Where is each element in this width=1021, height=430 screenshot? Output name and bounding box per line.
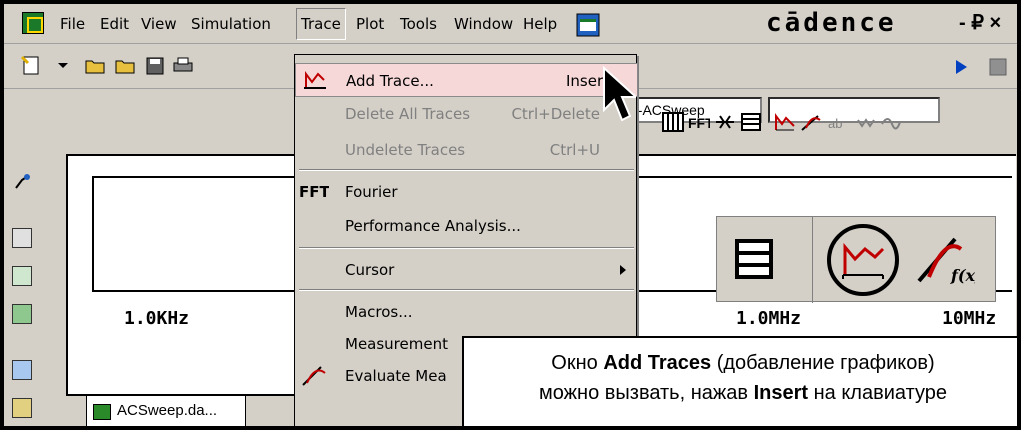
- menu-file[interactable]: File: [60, 15, 85, 33]
- open-recent-icon[interactable]: [114, 55, 136, 75]
- toolbar-separator: [812, 217, 813, 303]
- fft-icon: FFT: [299, 183, 329, 201]
- add-trace-icon[interactable]: [774, 112, 796, 132]
- menu-item-label: Macros...: [345, 303, 413, 321]
- output-icon[interactable]: [12, 304, 32, 324]
- tab-label: ACSweep.da...: [117, 402, 218, 419]
- menu-simulation[interactable]: Simulation: [191, 15, 271, 33]
- menu-window[interactable]: Window: [454, 15, 513, 33]
- x-tick-label: 1.0MHz: [736, 308, 802, 329]
- menu-item-label: Cursor: [345, 261, 395, 279]
- menubar: File Edit View Simulation Trace Plot Too…: [4, 4, 1017, 44]
- menu-item-shortcut: Ctrl+U: [549, 141, 600, 159]
- schematic-icon[interactable]: [12, 228, 32, 248]
- add-trace-icon-zoomed: [827, 224, 899, 296]
- x-tick-label: 10MHz: [942, 308, 997, 329]
- menu-item-label: Add Trace...: [346, 72, 434, 90]
- new-icon[interactable]: [20, 55, 42, 75]
- layout-icon[interactable]: [12, 398, 32, 418]
- mouse-pointer-icon: [603, 66, 636, 122]
- waveform-alt-icon[interactable]: [880, 112, 902, 132]
- menu-separator: [299, 247, 634, 249]
- mdi-child-icon[interactable]: [576, 13, 600, 37]
- svg-text:FFT: FFT: [688, 115, 710, 131]
- performance-icon[interactable]: [714, 112, 736, 132]
- menu-edit[interactable]: Edit: [100, 15, 129, 33]
- window-buttons[interactable]: - ₽ ×: [959, 10, 1001, 35]
- menu-item-label: Measurement: [345, 335, 448, 353]
- print-icon[interactable]: [172, 55, 194, 75]
- menu-item-label: Evaluate Mea: [345, 367, 447, 385]
- dropdown-arrow-icon[interactable]: [52, 55, 74, 75]
- markers-icon[interactable]: ab: [828, 112, 850, 132]
- menu-item-label: Delete All Traces: [345, 105, 471, 123]
- menu-item-undelete-traces[interactable]: Undelete Traces Ctrl+U: [295, 133, 638, 167]
- callout-note: Окно Add Traces (добавление графиков) мо…: [462, 336, 1017, 426]
- x-tick-label: 1.0KHz: [124, 308, 190, 329]
- messages-icon[interactable]: [12, 360, 32, 380]
- toolbar-zoom-inset: f(x): [716, 216, 996, 303]
- menu-item-macros[interactable]: Macros...: [295, 295, 638, 329]
- menu-trace[interactable]: Trace: [296, 8, 346, 40]
- menu-separator: [299, 169, 634, 171]
- svg-text:FFT: FFT: [299, 183, 329, 201]
- evaluate-measurement-icon: [302, 366, 326, 386]
- grid-icon[interactable]: [662, 112, 684, 132]
- menu-view[interactable]: View: [141, 15, 177, 33]
- app-icon[interactable]: [22, 12, 44, 34]
- add-trace-icon: [304, 71, 326, 89]
- list-icon-zoomed: [735, 239, 773, 279]
- menu-item-shortcut: Ctrl+Delete: [511, 105, 600, 123]
- svg-text:f(x): f(x): [950, 266, 975, 285]
- run-icon[interactable]: [950, 57, 972, 77]
- netlist-icon[interactable]: [12, 266, 32, 286]
- svg-text:ab: ab: [828, 116, 842, 131]
- fft-icon[interactable]: FFT: [688, 112, 710, 132]
- open-icon[interactable]: [84, 55, 106, 75]
- menu-item-label: Undelete Traces: [345, 141, 466, 159]
- menu-item-add-trace[interactable]: Add Trace... Insert: [295, 63, 638, 97]
- menu-item-delete-all-traces[interactable]: Delete All Traces Ctrl+Delete: [295, 97, 638, 131]
- menu-item-fourier[interactable]: FFT Fourier: [295, 175, 638, 209]
- menu-plot[interactable]: Plot: [356, 15, 384, 33]
- menu-item-label: Fourier: [345, 183, 398, 201]
- menu-item-label: Performance Analysis...: [345, 217, 521, 235]
- callout-line-1: Окно Add Traces (добавление графиков): [551, 352, 935, 374]
- app-window: File Edit View Simulation Trace Plot Too…: [0, 0, 1021, 430]
- menu-item-cursor[interactable]: Cursor: [295, 253, 638, 287]
- evaluate-measurement-icon[interactable]: [800, 112, 822, 132]
- cadence-logo: cādence: [766, 8, 897, 38]
- evaluate-measurement-icon-zoomed: f(x): [917, 237, 975, 285]
- left-tool-strip: [4, 154, 44, 426]
- menu-tools[interactable]: Tools: [400, 15, 437, 33]
- waveform-file-icon: [93, 404, 111, 420]
- probe-icon[interactable]: [12, 172, 32, 192]
- tab-acsweep[interactable]: ACSweep.da...: [86, 396, 246, 426]
- menu-separator: [299, 289, 634, 291]
- menu-help[interactable]: Help: [523, 15, 557, 33]
- menu-item-performance-analysis[interactable]: Performance Analysis...: [295, 209, 638, 243]
- callout-line-2: можно вызвать, нажав Insert на клавиатур…: [539, 382, 947, 404]
- list-icon[interactable]: [740, 112, 762, 132]
- save-icon[interactable]: [144, 55, 166, 75]
- submenu-arrow-icon: [620, 265, 626, 275]
- waveform-icon[interactable]: [856, 112, 878, 132]
- toolbar-overflow-icon[interactable]: [988, 57, 1010, 77]
